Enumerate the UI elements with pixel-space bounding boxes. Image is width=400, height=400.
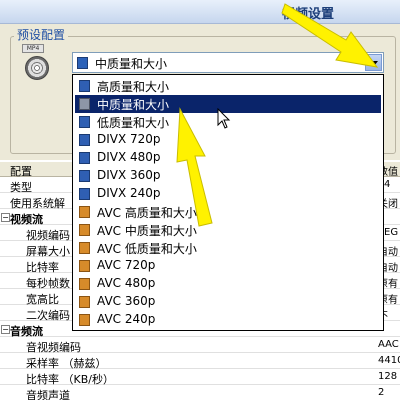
dropdown-item-label: AVC 720p: [97, 258, 156, 272]
dropdown-item[interactable]: DIVX 720p: [75, 131, 381, 149]
property-key: 比特率 （KB/秒）: [26, 373, 114, 386]
property-key: 音频声道: [26, 389, 70, 400]
dropdown-item[interactable]: AVC 240p: [75, 311, 381, 329]
preset-combobox-value: 中质量和大小: [95, 57, 168, 71]
property-value: 128: [378, 371, 398, 382]
dropdown-item-label: DIVX 480p: [97, 150, 161, 164]
preset-film-icon: [79, 314, 90, 326]
property-key: 屏幕大小: [26, 245, 70, 258]
preset-film-icon: [79, 224, 90, 236]
dropdown-arrow-button[interactable]: [365, 54, 382, 71]
dropdown-item[interactable]: 高质量和大小: [75, 77, 381, 95]
title-bar: 视频设置: [0, 0, 400, 24]
dropdown-item-label: DIVX 240p: [97, 186, 161, 200]
preset-film-icon: [79, 152, 90, 164]
property-key: 视频编码: [26, 229, 70, 242]
property-key: 音视频编码: [26, 341, 81, 354]
mouse-pointer-icon: [217, 108, 231, 129]
preset-film-icon: [79, 260, 90, 272]
mp4-tag: MP4: [22, 44, 44, 53]
properties-row[interactable]: 采样率 （赫兹） 44100: [0, 354, 400, 370]
dropdown-item[interactable]: AVC 480p: [75, 275, 381, 293]
dropdown-item-label: AVC 高质量和大小: [97, 206, 197, 220]
dropdown-item-label: AVC 480p: [97, 276, 156, 290]
dropdown-item[interactable]: AVC 高质量和大小: [75, 203, 381, 221]
dropdown-item-label: AVC 低质量和大小: [97, 242, 197, 256]
film-reel-icon: [25, 56, 49, 80]
properties-row[interactable]: 比特率 （KB/秒） 128: [0, 370, 400, 386]
window-title: 视频设置: [282, 7, 335, 22]
dropdown-item-label: 中质量和大小: [97, 98, 170, 112]
dropdown-item[interactable]: DIVX 480p: [75, 149, 381, 167]
dropdown-item[interactable]: AVC 低质量和大小: [75, 239, 381, 257]
preset-film-icon: [79, 206, 90, 218]
mp4-file-icon: MP4: [22, 44, 52, 84]
header-key: 配置: [10, 165, 32, 178]
property-key: 二次编码: [26, 309, 70, 322]
collapse-toggle-icon[interactable]: −: [1, 213, 10, 222]
property-key: 宽高比: [26, 293, 59, 306]
dropdown-item[interactable]: DIVX 240p: [75, 185, 381, 203]
dropdown-item-label: AVC 中质量和大小: [97, 224, 197, 238]
preset-film-icon: [79, 80, 90, 92]
property-key: 比特率: [26, 261, 59, 274]
dropdown-item[interactable]: AVC 720p: [75, 257, 381, 275]
collapse-toggle-icon[interactable]: −: [1, 325, 10, 334]
preset-film-icon: [79, 98, 90, 110]
dropdown-item-label: 低质量和大小: [97, 116, 170, 130]
preset-group-label: 预设配置: [14, 26, 69, 43]
dropdown-item-label: AVC 240p: [97, 312, 156, 326]
properties-row[interactable]: 音频声道 2: [0, 386, 400, 400]
property-key: 视频流: [10, 213, 43, 226]
dropdown-item[interactable]: AVC 中质量和大小: [75, 221, 381, 239]
dropdown-item[interactable]: AVC 360p: [75, 293, 381, 311]
preset-film-icon: [79, 188, 90, 200]
dropdown-item-label: 高质量和大小: [97, 80, 170, 94]
properties-row[interactable]: 音视频编码 AAC: [0, 338, 400, 354]
dropdown-item-label: DIVX 720p: [97, 132, 161, 146]
property-value: 2: [378, 387, 385, 398]
preset-film-icon: [79, 278, 90, 290]
property-key: 使用系统解: [10, 197, 65, 210]
dropdown-item-label: DIVX 360p: [97, 168, 161, 182]
dropdown-item-label: AVC 360p: [97, 294, 156, 308]
preset-film-icon: [77, 57, 88, 69]
property-key: 类型: [10, 181, 32, 194]
property-key: 音频流: [10, 325, 43, 338]
property-key: 采样率 （赫兹）: [26, 357, 107, 370]
preset-film-icon: [79, 116, 90, 128]
dropdown-item[interactable]: DIVX 360p: [75, 167, 381, 185]
property-value: AAC: [378, 339, 399, 350]
preset-film-icon: [79, 170, 90, 182]
preset-film-icon: [79, 134, 90, 146]
property-value: 44100: [378, 355, 400, 366]
preset-film-icon: [79, 296, 90, 308]
preset-combobox[interactable]: 中质量和大小: [72, 52, 384, 73]
property-key: 每秒帧数: [26, 277, 70, 290]
preset-film-icon: [79, 242, 90, 254]
